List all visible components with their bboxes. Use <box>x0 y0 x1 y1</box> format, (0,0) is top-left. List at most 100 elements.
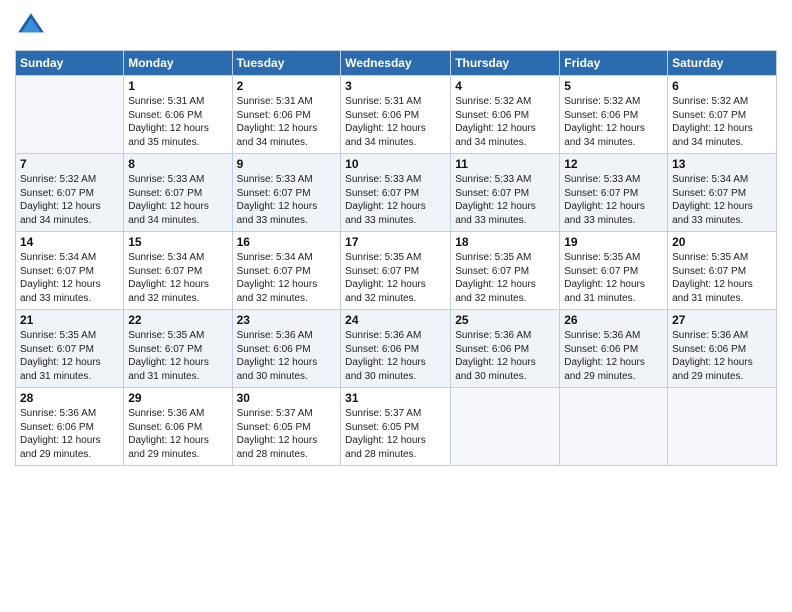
calendar-cell: 25 Sunrise: 5:36 AM Sunset: 6:06 PM Dayli… <box>451 310 560 388</box>
calendar-cell: 29Sunrise: 5:36 AM Sunset: 6:06 PM Dayli… <box>124 388 232 466</box>
day-info: Sunrise: 5:34 AM Sunset: 6:07 PM Dayligh… <box>672 173 772 227</box>
calendar-cell: 24Sunrise: 5:36 AM Sunset: 6:06 PM Dayli… <box>341 310 451 388</box>
day-info: Sunrise: 5:35 AM Sunset: 6:07 PM Dayligh… <box>128 329 227 383</box>
day-info: Sunrise: 5:36 AM Sunset: 6:06 PM Dayligh… <box>237 329 337 383</box>
page: SundayMondayTuesdayWednesdayThursdayFrid… <box>0 0 792 476</box>
calendar-cell <box>668 388 777 466</box>
calendar-header-sunday: Sunday <box>16 51 124 76</box>
calendar-cell: 22 Sunrise: 5:35 AM Sunset: 6:07 PM Dayli… <box>124 310 232 388</box>
calendar-header-wednesday: Wednesday <box>341 51 451 76</box>
day-number: 25 <box>455 313 555 327</box>
calendar-cell: 17 Sunrise: 5:35 AM Sunset: 6:07 PM Dayli… <box>341 232 451 310</box>
calendar-cell: 14 Sunrise: 5:34 AM Sunset: 6:07 PM Dayli… <box>16 232 124 310</box>
day-info: Sunrise: 5:34 AM Sunset: 6:07 PM Dayligh… <box>237 251 337 305</box>
calendar-cell: 9 Sunrise: 5:33 AM Sunset: 6:07 PM Daylig… <box>232 154 341 232</box>
day-info: Sunrise: 5:33 AM Sunset: 6:07 PM Dayligh… <box>237 173 337 227</box>
calendar-cell: 12 Sunrise: 5:33 AM Sunset: 6:07 PM Dayli… <box>560 154 668 232</box>
day-number: 26 <box>564 313 663 327</box>
calendar-cell <box>451 388 560 466</box>
day-number: 18 <box>455 235 555 249</box>
calendar-cell: 21Sunrise: 5:35 AM Sunset: 6:07 PM Dayli… <box>16 310 124 388</box>
calendar-cell: 13 Sunrise: 5:34 AM Sunset: 6:07 PM Dayli… <box>668 154 777 232</box>
calendar-cell: 31 Sunrise: 5:37 AM Sunset: 6:05 PM Dayli… <box>341 388 451 466</box>
calendar-week-1: 1Sunrise: 5:31 AM Sunset: 6:06 PM Daylig… <box>16 76 777 154</box>
calendar-cell: 18 Sunrise: 5:35 AM Sunset: 6:07 PM Dayli… <box>451 232 560 310</box>
calendar-cell: 19 Sunrise: 5:35 AM Sunset: 6:07 PM Dayli… <box>560 232 668 310</box>
day-number: 12 <box>564 157 663 171</box>
calendar-header-monday: Monday <box>124 51 232 76</box>
day-info: Sunrise: 5:35 AM Sunset: 6:07 PM Dayligh… <box>564 251 663 305</box>
day-number: 15 <box>128 235 227 249</box>
day-info: Sunrise: 5:36 AM Sunset: 6:06 PM Dayligh… <box>564 329 663 383</box>
calendar-cell: 30 Sunrise: 5:37 AM Sunset: 6:05 PM Dayli… <box>232 388 341 466</box>
calendar-header-saturday: Saturday <box>668 51 777 76</box>
logo <box>15 10 53 42</box>
calendar-cell <box>560 388 668 466</box>
day-info: Sunrise: 5:36 AM Sunset: 6:06 PM Dayligh… <box>455 329 555 383</box>
calendar-week-4: 21 Sunrise: 5:35 AM Sunset: 6:07 PM Dayli… <box>16 310 777 388</box>
day-number: 10 <box>345 157 446 171</box>
day-number: 29 <box>128 391 227 405</box>
calendar-header-tuesday: Tuesday <box>232 51 341 76</box>
calendar-header-friday: Friday <box>560 51 668 76</box>
day-number: 8 <box>128 157 227 171</box>
calendar-cell: 6 Sunrise: 5:32 AM Sunset: 6:07 PM Daylig… <box>668 76 777 154</box>
day-number: 13 <box>672 157 772 171</box>
day-info: Sunrise: 5:35 AM Sunset: 6:07 PM Dayligh… <box>672 251 772 305</box>
calendar-cell: 3 Sunrise: 5:31 AM Sunset: 6:06 PM Daylig… <box>341 76 451 154</box>
day-info: Sunrise: 5:32 AM Sunset: 6:06 PM Dayligh… <box>564 95 663 149</box>
day-number: 20 <box>672 235 772 249</box>
calendar-table: SundayMondayTuesdayWednesdayThursdayFrid… <box>15 50 777 466</box>
day-info: Sunrise: 5:32 AM Sunset: 6:07 PM Dayligh… <box>672 95 772 149</box>
day-number: 2 <box>237 79 337 93</box>
day-number: 6 <box>672 79 772 93</box>
calendar-cell: 4 Sunrise: 5:32 AM Sunset: 6:06 PM Daylig… <box>451 76 560 154</box>
day-info: Sunrise: 5:37 AM Sunset: 6:05 PM Dayligh… <box>237 407 337 461</box>
day-number: 30 <box>237 391 337 405</box>
day-number: 7 <box>20 157 119 171</box>
day-number: 4 <box>455 79 555 93</box>
day-number: 27 <box>672 313 772 327</box>
calendar-cell: 23 Sunrise: 5:36 AM Sunset: 6:06 PM Dayli… <box>232 310 341 388</box>
calendar-cell: 15 Sunrise: 5:34 AM Sunset: 6:07 PM Dayli… <box>124 232 232 310</box>
calendar-cell: 28Sunrise: 5:36 AM Sunset: 6:06 PM Dayli… <box>16 388 124 466</box>
header <box>15 10 777 42</box>
day-info: Sunrise: 5:36 AM Sunset: 6:06 PM Dayligh… <box>20 407 119 461</box>
day-number: 31 <box>345 391 446 405</box>
day-info: Sunrise: 5:31 AM Sunset: 6:06 PM Dayligh… <box>237 95 337 149</box>
calendar-cell: 7 Sunrise: 5:32 AM Sunset: 6:07 PM Daylig… <box>16 154 124 232</box>
day-info: Sunrise: 5:36 AM Sunset: 6:06 PM Dayligh… <box>345 329 446 383</box>
calendar-cell: 10 Sunrise: 5:33 AM Sunset: 6:07 PM Dayli… <box>341 154 451 232</box>
calendar-cell: 26 Sunrise: 5:36 AM Sunset: 6:06 PM Dayli… <box>560 310 668 388</box>
day-info: Sunrise: 5:32 AM Sunset: 6:07 PM Dayligh… <box>20 173 119 227</box>
day-number: 22 <box>128 313 227 327</box>
day-info: Sunrise: 5:34 AM Sunset: 6:07 PM Dayligh… <box>20 251 119 305</box>
day-number: 16 <box>237 235 337 249</box>
day-number: 11 <box>455 157 555 171</box>
logo-icon <box>15 10 47 42</box>
day-info: Sunrise: 5:33 AM Sunset: 6:07 PM Dayligh… <box>128 173 227 227</box>
day-number: 21 <box>20 313 119 327</box>
day-number: 14 <box>20 235 119 249</box>
day-info: Sunrise: 5:35 AM Sunset: 6:07 PM Dayligh… <box>455 251 555 305</box>
day-info: Sunrise: 5:32 AM Sunset: 6:06 PM Dayligh… <box>455 95 555 149</box>
day-number: 5 <box>564 79 663 93</box>
day-number: 19 <box>564 235 663 249</box>
day-info: Sunrise: 5:33 AM Sunset: 6:07 PM Dayligh… <box>455 173 555 227</box>
day-info: Sunrise: 5:36 AM Sunset: 6:06 PM Dayligh… <box>672 329 772 383</box>
day-number: 3 <box>345 79 446 93</box>
day-number: 9 <box>237 157 337 171</box>
calendar-week-3: 14 Sunrise: 5:34 AM Sunset: 6:07 PM Dayli… <box>16 232 777 310</box>
day-number: 17 <box>345 235 446 249</box>
day-info: Sunrise: 5:33 AM Sunset: 6:07 PM Dayligh… <box>345 173 446 227</box>
calendar-cell: 20 Sunrise: 5:35 AM Sunset: 6:07 PM Dayli… <box>668 232 777 310</box>
calendar-header-row: SundayMondayTuesdayWednesdayThursdayFrid… <box>16 51 777 76</box>
calendar-cell: 2 Sunrise: 5:31 AM Sunset: 6:06 PM Daylig… <box>232 76 341 154</box>
day-number: 23 <box>237 313 337 327</box>
day-info: Sunrise: 5:34 AM Sunset: 6:07 PM Dayligh… <box>128 251 227 305</box>
day-info: Sunrise: 5:33 AM Sunset: 6:07 PM Dayligh… <box>564 173 663 227</box>
day-info: Sunrise: 5:31 AM Sunset: 6:06 PM Dayligh… <box>345 95 446 149</box>
day-info: Sunrise: 5:37 AM Sunset: 6:05 PM Dayligh… <box>345 407 446 461</box>
calendar-cell: 11 Sunrise: 5:33 AM Sunset: 6:07 PM Dayli… <box>451 154 560 232</box>
day-info: Sunrise: 5:35 AM Sunset: 6:07 PM Dayligh… <box>345 251 446 305</box>
